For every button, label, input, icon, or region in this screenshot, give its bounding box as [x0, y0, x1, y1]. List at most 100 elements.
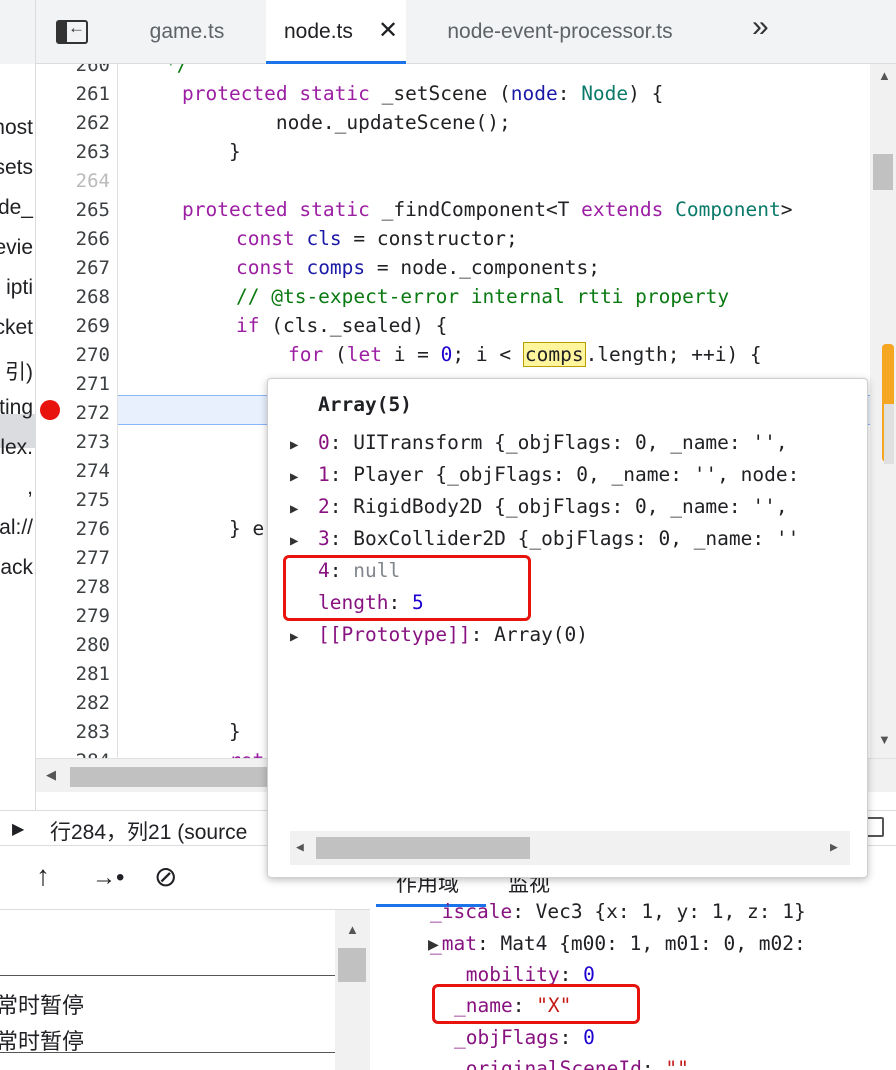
line-number[interactable]: 275	[36, 489, 110, 511]
file-navigator: nost sets de_ evie ipti cket 引) ting lex…	[0, 64, 36, 814]
line-number[interactable]: 268	[36, 286, 110, 308]
navigator-item[interactable]: de_	[0, 196, 33, 220]
line-number[interactable]: 282	[36, 692, 110, 714]
line-number[interactable]: 261	[36, 83, 110, 105]
scroll-up-icon[interactable]: ▲	[878, 68, 891, 83]
array-prototype[interactable]: ▶ [[Prototype]]: Array(0)	[290, 623, 588, 646]
navigator-item[interactable]: sets	[0, 156, 33, 180]
line-number[interactable]: 264	[36, 170, 110, 192]
scope-property[interactable]: _objFlags: 0	[454, 1026, 595, 1049]
array-entry[interactable]: ▶ 1: Player {_objFlags: 0, _name: '', nod…	[290, 463, 799, 486]
scrollbar-overview-marker	[884, 404, 894, 464]
hovered-variable[interactable]: comps	[522, 342, 586, 367]
scroll-left-icon[interactable]: ◀	[46, 767, 56, 783]
array-entry[interactable]: ▶ 3: BoxCollider2D {_objFlags: 0, _name: …	[290, 527, 799, 550]
annotation-box	[432, 984, 640, 1024]
code-line: */	[118, 64, 189, 76]
close-icon[interactable]: ✕	[378, 16, 398, 45]
scope-property[interactable]: _iscale: Vec3 {x: 1, y: 1, z: 1}	[430, 900, 806, 923]
line-number[interactable]: 260	[36, 64, 110, 76]
code-line: protected static _findComponent<T extend…	[182, 198, 793, 221]
code-line: } e	[182, 517, 265, 540]
scrollbar-thumb[interactable]	[873, 154, 893, 190]
line-number[interactable]: 274	[36, 460, 110, 482]
step-out-icon[interactable]: ↑	[36, 860, 50, 892]
expand-triangle-icon[interactable]: ▶	[428, 936, 439, 953]
divider	[0, 1052, 335, 1053]
line-number[interactable]: 281	[36, 663, 110, 685]
pause-on-exception-option[interactable]: 常时暂停	[0, 988, 84, 1020]
line-number[interactable]: 265	[36, 199, 110, 221]
expand-triangle-icon[interactable]: ▶	[290, 469, 318, 485]
expand-triangle-icon[interactable]: ▶	[290, 501, 318, 517]
scroll-up-icon[interactable]: ▲	[346, 922, 359, 937]
expand-triangle-icon[interactable]: ▶	[290, 533, 318, 549]
navigator-item[interactable]: nost	[0, 116, 33, 140]
code-line: const cls = constructor;	[236, 227, 518, 250]
navigator-item[interactable]: 引)	[5, 356, 33, 386]
code-line: }	[182, 720, 241, 743]
line-number[interactable]: 267	[36, 257, 110, 279]
line-number[interactable]: 262	[36, 112, 110, 134]
tab-node-event-processor[interactable]: node-event-processor.ts	[410, 0, 710, 64]
scroll-right-icon[interactable]: ▶	[830, 840, 838, 855]
variable-preview-popover[interactable]: Array(5) ▶ 0: UITransform {_objFlags: 0, …	[267, 378, 868, 878]
scroll-down-icon[interactable]: ▼	[878, 732, 891, 747]
line-number[interactable]: 280	[36, 634, 110, 656]
popover-horizontal-scrollbar[interactable]: ◀ ▶	[290, 831, 850, 865]
more-tabs-icon[interactable]: »	[752, 10, 769, 44]
scrollbar-thumb[interactable]	[316, 837, 530, 859]
expand-triangle-icon[interactable]: ▶	[290, 629, 318, 645]
editor-tab-bar: game.ts node.ts ✕ node-event-processor.t…	[0, 0, 896, 64]
scope-property[interactable]: _mobility: 0	[454, 963, 595, 986]
divider	[0, 975, 335, 976]
code-comment: // @ts-expect-error internal rtti proper…	[236, 285, 730, 308]
annotation-box	[283, 555, 531, 621]
scrollbar-thumb[interactable]	[338, 948, 366, 982]
navigator-item[interactable]: al://	[0, 516, 33, 540]
step-icon[interactable]: →•	[92, 864, 124, 892]
array-entry[interactable]: ▶ 0: UITransform {_objFlags: 0, _name: ''…	[290, 431, 788, 454]
breakpoints-panel: 常时暂停 常时暂停 ▲	[0, 910, 370, 1070]
tab-game-ts[interactable]: game.ts	[112, 0, 262, 64]
line-number[interactable]: 277	[36, 547, 110, 569]
line-number[interactable]: 263	[36, 141, 110, 163]
line-number[interactable]: 283	[36, 721, 110, 743]
expand-triangle-icon[interactable]: ▶	[290, 437, 318, 453]
code-line: node._updateScene();	[182, 111, 511, 134]
line-number[interactable]: 284	[36, 750, 110, 758]
line-number[interactable]: 271	[36, 373, 110, 395]
line-number-gutter[interactable]: 260 261 262 263 264 265 266 267 268 269 …	[36, 64, 118, 758]
navigator-item[interactable]: lex.	[0, 436, 33, 460]
scope-property[interactable]: _mat: Mat4 {m00: 1, m01: 0, m02:	[430, 932, 806, 955]
deactivate-breakpoints-icon[interactable]: ⊘	[154, 860, 177, 893]
navigator-item[interactable]: back	[0, 556, 33, 580]
line-number[interactable]: 269	[36, 315, 110, 337]
editor-vertical-scrollbar[interactable]: ▲ ▼	[870, 64, 896, 758]
expand-icon[interactable]: ▶	[12, 819, 24, 839]
navigator-item[interactable]: cket	[0, 316, 33, 340]
code-line: if (cls._sealed) {	[236, 314, 448, 337]
line-number[interactable]: 272	[36, 402, 110, 424]
navigator-item[interactable]: ,	[27, 476, 33, 500]
code-line: ret	[182, 749, 264, 758]
code-line: protected static _setScene (node: Node) …	[182, 82, 664, 105]
cursor-position[interactable]: 行284，列21 (source	[50, 816, 247, 846]
array-entry[interactable]: ▶ 2: RigidBody2D {_objFlags: 0, _name: ''…	[290, 495, 788, 518]
line-number[interactable]: 273	[36, 431, 110, 453]
code-line: for (let i = 0; i < comps .length; ++i) {	[288, 342, 762, 367]
scope-property[interactable]: _originalSceneId: ""	[454, 1057, 689, 1070]
tab-label: game.ts	[149, 20, 225, 43]
panel-scrollbar[interactable]: ▲	[335, 910, 370, 1070]
popover-title: Array(5)	[318, 393, 412, 416]
navigator-item[interactable]: ting	[0, 396, 33, 420]
navigator-item[interactable]: evie	[0, 236, 33, 260]
line-number[interactable]: 278	[36, 576, 110, 598]
toggle-navigator-icon[interactable]	[56, 18, 88, 44]
line-number[interactable]: 266	[36, 228, 110, 250]
line-number[interactable]: 276	[36, 518, 110, 540]
navigator-item[interactable]: ipti	[6, 276, 33, 300]
line-number[interactable]: 270	[36, 344, 110, 366]
scroll-left-icon[interactable]: ◀	[296, 840, 304, 855]
line-number[interactable]: 279	[36, 605, 110, 627]
